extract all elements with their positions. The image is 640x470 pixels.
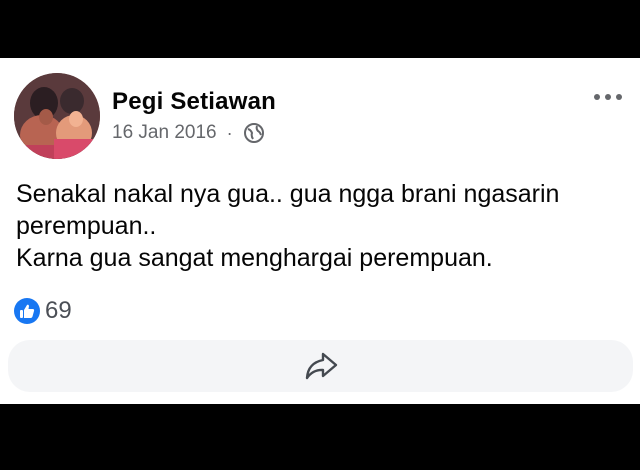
like-icon <box>14 298 40 324</box>
share-button[interactable] <box>291 344 351 388</box>
globe-icon <box>243 122 265 144</box>
more-dot-icon <box>605 94 611 100</box>
avatar-photo <box>14 73 100 159</box>
reaction-summary[interactable]: 69 <box>14 297 72 325</box>
more-options-button[interactable] <box>594 94 622 100</box>
more-dot-icon <box>594 94 600 100</box>
post-date[interactable]: 16 Jan 2016 <box>112 122 217 144</box>
post-card: Pegi Setiawan 16 Jan 2016 · Senakal naka… <box>0 58 640 404</box>
avatar[interactable] <box>14 73 100 159</box>
meta-separator: · <box>226 122 233 143</box>
more-dot-icon <box>616 94 622 100</box>
post-text-line: Senakal nakal nya gua.. gua ngga brani n… <box>16 180 560 208</box>
share-icon <box>305 352 337 380</box>
action-bar <box>8 340 633 392</box>
post-meta: 16 Jan 2016 · <box>112 122 265 144</box>
author-name[interactable]: Pegi Setiawan <box>112 88 276 116</box>
post-text: Senakal nakal nya gua.. gua ngga brani n… <box>16 178 631 274</box>
reaction-count: 69 <box>45 297 72 324</box>
post-text-line: Karna gua sangat menghargai perempuan. <box>16 244 493 272</box>
post-text-line: perempuan.. <box>16 212 157 240</box>
